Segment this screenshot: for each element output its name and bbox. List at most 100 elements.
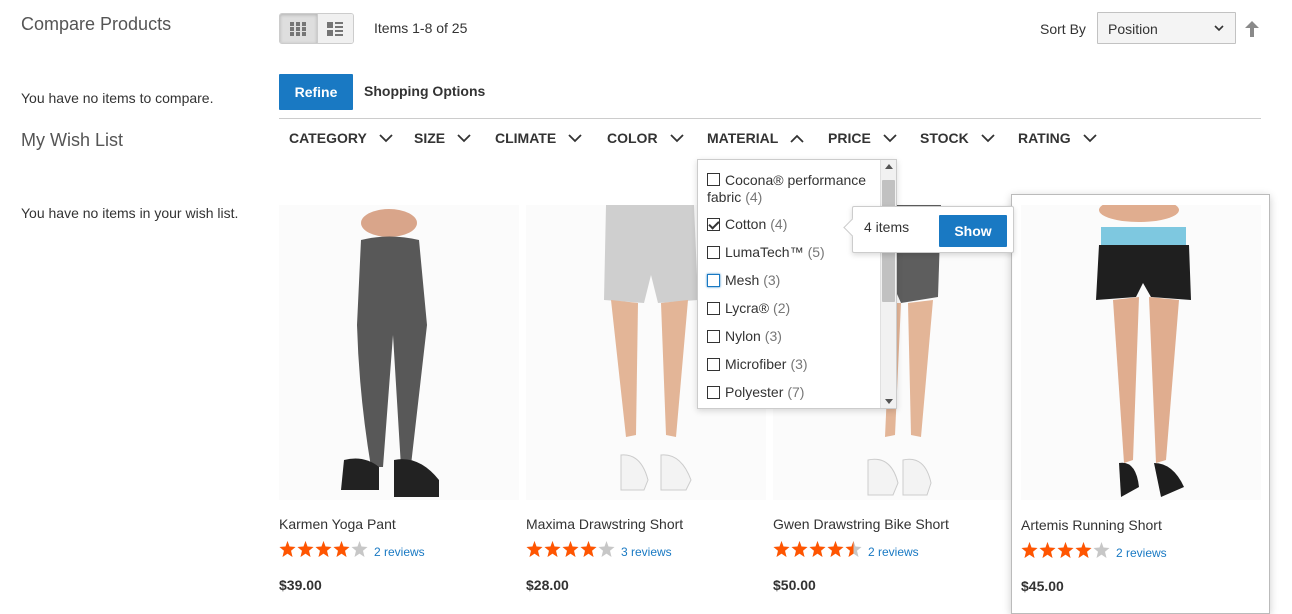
refine-button[interactable]: Refine xyxy=(279,74,353,110)
sort-by-value: Position xyxy=(1108,21,1158,37)
filter-option-mesh[interactable]: Mesh (3) xyxy=(707,272,780,288)
option-count: (3) xyxy=(790,356,808,372)
filter-option-cotton[interactable]: Cotton (4) xyxy=(707,216,787,232)
filter-option-nylon[interactable]: Nylon (3) xyxy=(707,328,782,344)
checkbox[interactable] xyxy=(707,358,720,371)
checkbox[interactable] xyxy=(707,274,720,287)
filter-size[interactable]: SIZE xyxy=(414,130,471,146)
star-full-icon xyxy=(279,541,296,557)
filter-label: MATERIAL xyxy=(707,130,779,146)
star-full-icon xyxy=(809,541,826,557)
star-full-icon xyxy=(1075,542,1092,558)
star-half-icon xyxy=(845,541,862,557)
star-full-icon xyxy=(297,541,314,557)
filter-option-polyester[interactable]: Polyester (7) xyxy=(707,384,804,400)
dropdown-scrollbar[interactable] xyxy=(880,160,896,408)
filter-label: CATEGORY xyxy=(289,130,367,146)
chevron-up-icon xyxy=(790,134,804,143)
filter-price[interactable]: PRICE xyxy=(828,130,897,146)
scroll-down-icon[interactable] xyxy=(885,399,893,405)
rating-stars xyxy=(279,541,369,557)
chevron-down-icon xyxy=(669,133,684,142)
product-item[interactable]: Artemis Running Short 2 reviews $45.00 xyxy=(1011,194,1270,614)
grid-view-button[interactable] xyxy=(280,14,317,43)
option-count: (7) xyxy=(787,384,805,400)
star-full-icon xyxy=(526,541,543,557)
filter-label: RATING xyxy=(1018,130,1071,146)
filter-divider xyxy=(279,118,1261,119)
reviews-link[interactable]: 2 reviews xyxy=(374,545,425,559)
option-count: (4) xyxy=(770,216,788,232)
chevron-down-icon xyxy=(457,133,471,142)
star-full-icon xyxy=(562,541,579,557)
star-empty-icon xyxy=(598,541,615,557)
filter-material[interactable]: MATERIAL xyxy=(707,130,804,146)
list-icon xyxy=(327,21,344,36)
filter-climate[interactable]: CLIMATE xyxy=(495,130,582,146)
checkbox[interactable] xyxy=(707,246,720,259)
filter-option-cocona[interactable]: Cocona® performance fabric (4) xyxy=(707,171,877,206)
option-label: Nylon xyxy=(725,328,761,344)
filter-category[interactable]: CATEGORY xyxy=(289,130,393,146)
option-label: LumaTech™ xyxy=(725,244,804,260)
option-label: Mesh xyxy=(725,272,760,288)
result-count: 4 items xyxy=(864,219,910,235)
chevron-down-icon xyxy=(568,133,582,142)
chevron-down-icon xyxy=(1214,25,1224,32)
wish-list-empty-message: You have no items in your wish list. xyxy=(21,205,239,221)
reviews-link[interactable]: 2 reviews xyxy=(1116,546,1167,560)
filter-option-lycra[interactable]: Lycra® (2) xyxy=(707,300,790,316)
reviews-link[interactable]: 2 reviews xyxy=(868,545,919,559)
star-empty-icon xyxy=(351,541,368,557)
checkbox[interactable] xyxy=(707,386,720,399)
option-label: Cocona® performance fabric xyxy=(707,172,867,205)
product-item[interactable]: Karmen Yoga Pant 2 reviews $39.00 xyxy=(279,195,524,614)
star-full-icon xyxy=(1021,542,1038,558)
filter-color[interactable]: COLOR xyxy=(607,130,684,146)
option-label: Microfiber xyxy=(725,356,787,372)
filter-label: COLOR xyxy=(607,130,658,146)
star-full-icon xyxy=(1057,542,1074,558)
sort-by-label: Sort By xyxy=(1040,21,1086,37)
product-name[interactable]: Maxima Drawstring Short xyxy=(526,516,683,532)
filter-option-lumatech[interactable]: LumaTech™ (5) xyxy=(707,244,825,260)
product-name[interactable]: Gwen Drawstring Bike Short xyxy=(773,516,949,532)
product-name[interactable]: Artemis Running Short xyxy=(1021,517,1162,533)
star-full-icon xyxy=(544,541,561,557)
sort-direction-arrow-icon[interactable] xyxy=(1245,21,1259,37)
filter-stock[interactable]: STOCK xyxy=(920,130,995,146)
compare-empty-message: You have no items to compare. xyxy=(21,90,214,106)
checkbox[interactable] xyxy=(707,330,720,343)
shopping-options-title: Shopping Options xyxy=(364,83,486,99)
chevron-down-icon xyxy=(379,133,393,142)
option-label: Polyester xyxy=(725,384,784,400)
star-full-icon xyxy=(791,541,808,557)
option-count: (3) xyxy=(763,272,781,288)
filter-option-microfiber[interactable]: Microfiber (3) xyxy=(707,356,808,372)
product-name[interactable]: Karmen Yoga Pant xyxy=(279,516,396,532)
rating-stars xyxy=(526,541,616,557)
star-full-icon xyxy=(773,541,790,557)
checkbox[interactable] xyxy=(707,302,720,315)
filter-label: SIZE xyxy=(414,130,446,146)
option-count: (3) xyxy=(764,328,782,344)
product-photo[interactable] xyxy=(1021,205,1261,500)
show-button[interactable]: Show xyxy=(939,215,1007,247)
product-price: $45.00 xyxy=(1021,578,1064,594)
reviews-link[interactable]: 3 reviews xyxy=(621,545,672,559)
star-full-icon xyxy=(315,541,332,557)
star-empty-icon xyxy=(1093,542,1110,558)
chevron-down-icon xyxy=(1082,133,1097,142)
filter-rating[interactable]: RATING xyxy=(1018,130,1097,146)
checkbox[interactable] xyxy=(707,218,720,231)
option-count: (4) xyxy=(745,189,763,205)
checkbox[interactable] xyxy=(707,173,720,186)
star-full-icon xyxy=(580,541,597,557)
list-view-button[interactable] xyxy=(316,14,353,43)
chevron-down-icon xyxy=(883,133,897,142)
filter-label: STOCK xyxy=(920,130,969,146)
product-photo[interactable] xyxy=(279,205,519,500)
sort-by-select[interactable]: Position xyxy=(1097,12,1236,44)
scroll-up-icon[interactable] xyxy=(885,163,893,169)
compare-products-title: Compare Products xyxy=(21,14,172,34)
